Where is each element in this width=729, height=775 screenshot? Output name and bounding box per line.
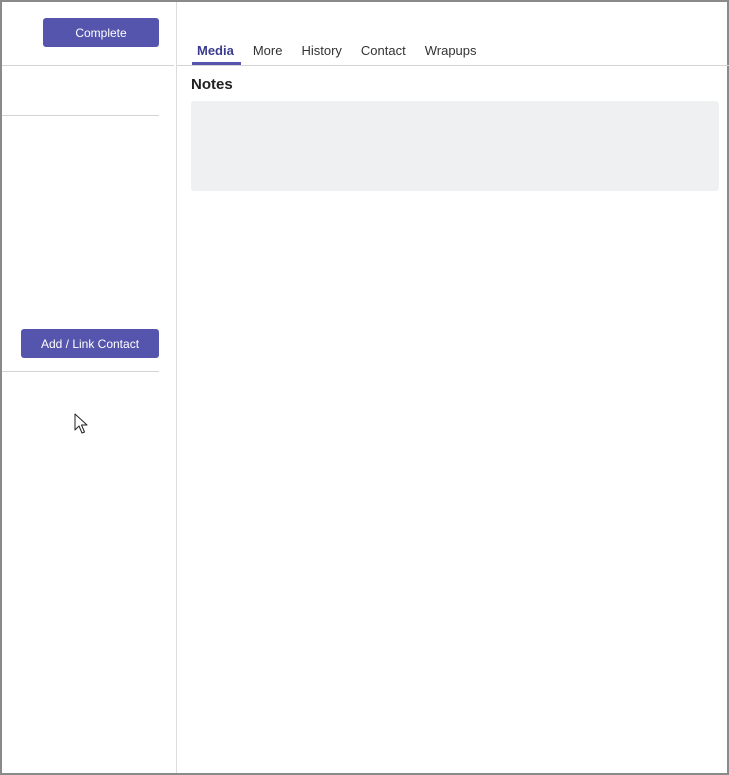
divider [2,65,174,66]
divider [2,371,159,372]
tab-media[interactable]: Media [190,40,241,65]
complete-button[interactable]: Complete [43,18,159,47]
add-link-contact-button[interactable]: Add / Link Contact [21,329,159,358]
tab-history[interactable]: History [294,40,348,63]
tab-wrapups[interactable]: Wrapups [418,40,484,63]
tab-bar: Media More History Contact Wrapups [190,40,489,65]
right-panel: Media More History Contact Wrapups Notes [177,2,729,773]
notes-title: Notes [191,76,233,93]
left-panel: Complete Add / Link Contact [2,2,177,773]
tab-more[interactable]: More [246,40,290,63]
tab-bar-divider [177,65,729,66]
mouse-pointer-icon [74,413,88,434]
divider [2,115,159,116]
tab-contact[interactable]: Contact [354,40,413,63]
app-window: Complete Add / Link Contact Media More H… [0,0,729,775]
notes-textarea[interactable] [191,101,719,191]
